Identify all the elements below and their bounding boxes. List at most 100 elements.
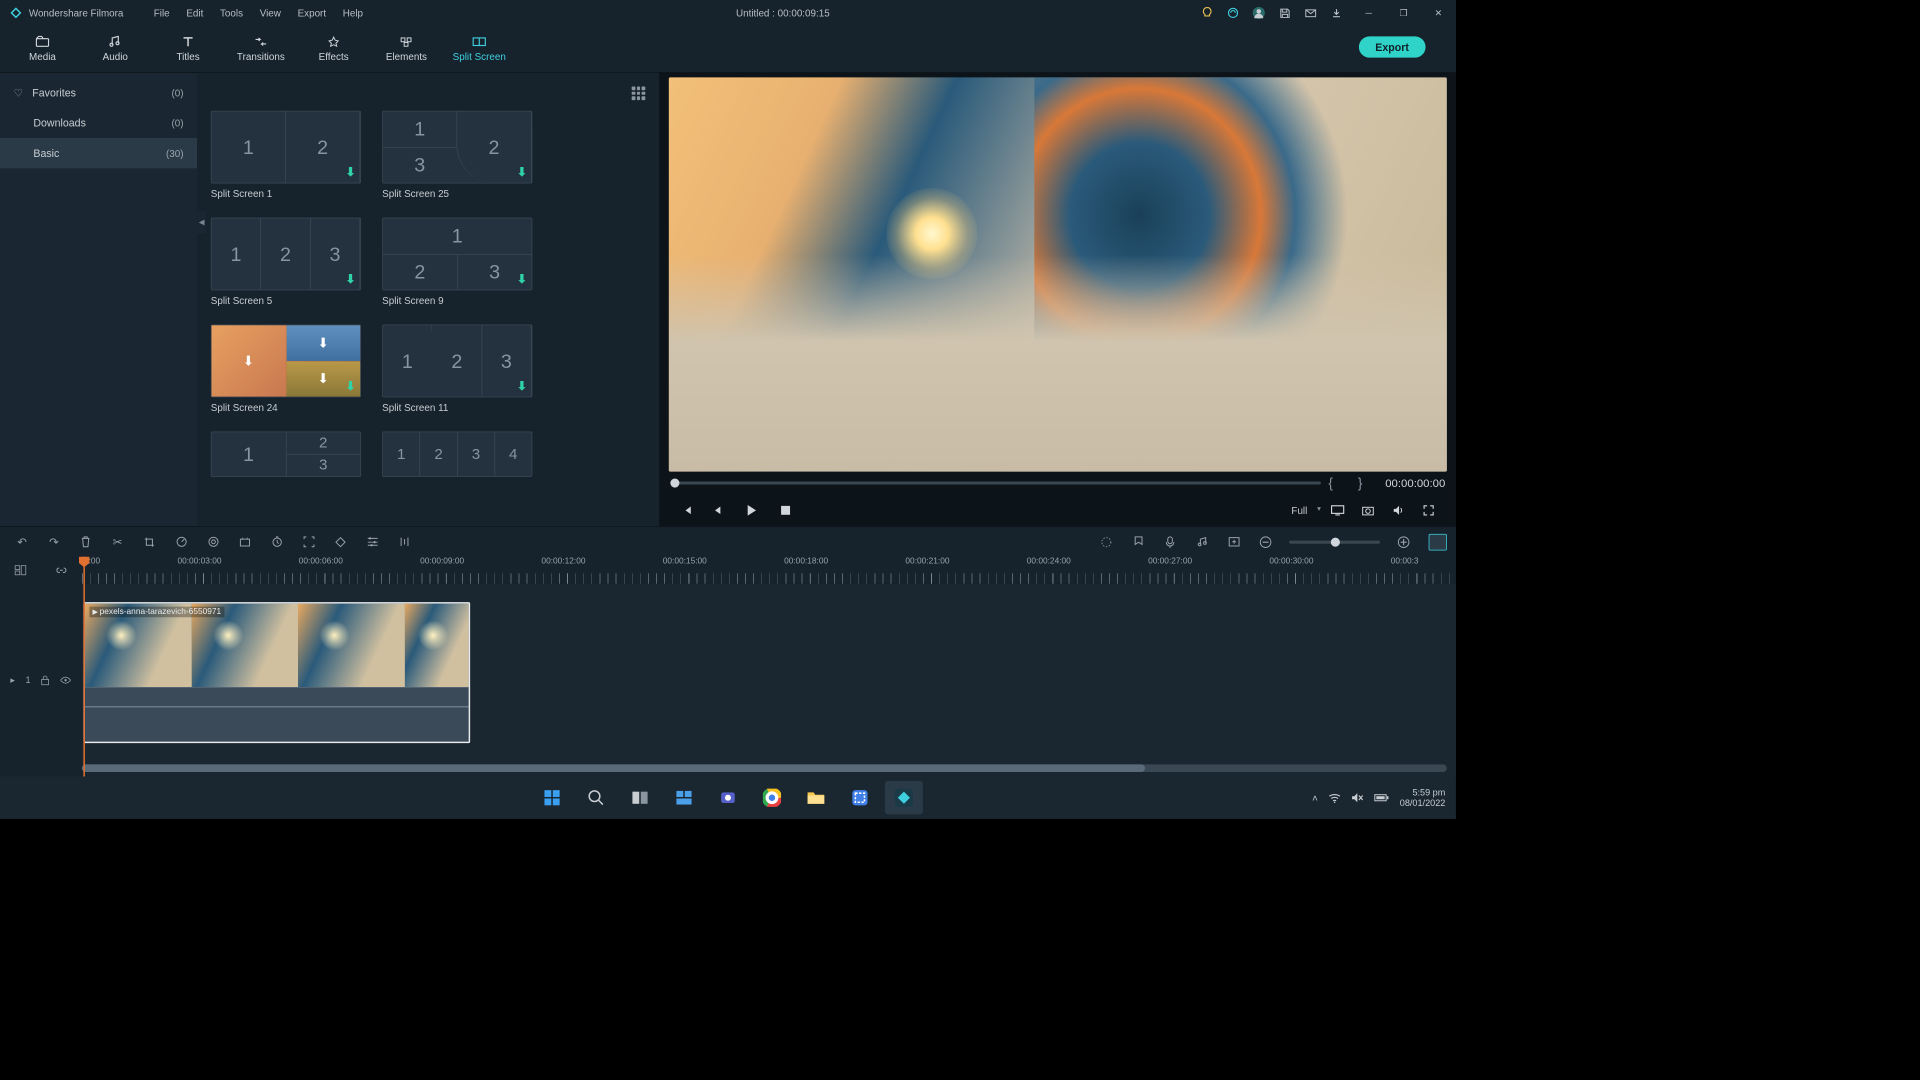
zoom-out-button[interactable] (1253, 530, 1279, 553)
play-button[interactable] (733, 499, 771, 522)
detect-button[interactable] (296, 530, 322, 553)
message-icon[interactable] (1298, 2, 1322, 23)
tab-split-screen[interactable]: Split Screen (443, 27, 516, 71)
wifi-icon[interactable] (1328, 793, 1340, 803)
search-button[interactable] (577, 781, 615, 814)
speed-button[interactable] (168, 530, 194, 553)
snapshot-button[interactable] (1353, 499, 1383, 522)
duration-button[interactable] (264, 530, 290, 553)
color-button[interactable] (200, 530, 226, 553)
render-button[interactable] (1093, 530, 1119, 553)
download-icon[interactable]: ⬇ (517, 165, 527, 180)
video-clip[interactable]: pexels-anna-tarazevich-6550971 (83, 602, 470, 743)
display-button[interactable] (1322, 499, 1352, 522)
keyframe-button[interactable] (328, 530, 354, 553)
tab-effects[interactable]: Effects (297, 27, 370, 71)
add-track-button[interactable] (1221, 530, 1247, 553)
template-item[interactable]: 123⬇ Split Screen 5 (211, 218, 361, 307)
volume-tray-icon[interactable] (1351, 792, 1363, 803)
explorer-button[interactable] (797, 781, 835, 814)
template-item[interactable]: 1234 (382, 431, 532, 476)
record-button[interactable] (1157, 530, 1183, 553)
playhead[interactable] (83, 557, 85, 777)
tab-audio[interactable]: Audio (79, 27, 152, 71)
split-button[interactable]: ✂ (105, 530, 131, 553)
chrome-button[interactable] (753, 781, 791, 814)
zoom-slider[interactable] (1289, 540, 1380, 543)
tab-media[interactable]: Media (6, 27, 79, 71)
prev-frame-button[interactable] (672, 499, 702, 522)
green-screen-button[interactable] (232, 530, 258, 553)
menu-file[interactable]: File (146, 4, 177, 21)
grid-view-icon[interactable] (632, 86, 646, 100)
export-button[interactable]: Export (1359, 36, 1426, 57)
template-item[interactable]: 13 2 ⬇ Split Screen 25 (382, 111, 532, 200)
account-icon[interactable] (1247, 2, 1271, 23)
menu-export[interactable]: Export (290, 4, 334, 21)
tab-titles[interactable]: Titles (152, 27, 225, 71)
snip-button[interactable] (841, 781, 879, 814)
timeline-link-icon[interactable] (55, 565, 67, 576)
category-favorites[interactable]: ♡ Favorites (0) (0, 77, 197, 107)
project-title: Untitled : 00:00:09:15 (371, 7, 1195, 18)
fullscreen-button[interactable] (1413, 499, 1443, 522)
volume-button[interactable] (1383, 499, 1413, 522)
preview-quality-select[interactable]: Full (1284, 502, 1323, 519)
zoom-fit-button[interactable] (1429, 533, 1447, 550)
minimize-button[interactable]: ─ (1351, 0, 1386, 26)
menu-view[interactable]: View (252, 4, 288, 21)
menu-tools[interactable]: Tools (212, 4, 250, 21)
preview-scrubber[interactable] (670, 482, 1320, 485)
undo-button[interactable]: ↶ (9, 530, 35, 553)
download-icon[interactable]: ⬇ (345, 271, 355, 286)
redo-button[interactable]: ↷ (41, 530, 67, 553)
adjust-button[interactable] (359, 530, 385, 553)
template-item[interactable]: ⬇⬇⬇⬇ Split Screen 24 (211, 325, 361, 414)
start-button[interactable] (533, 781, 571, 814)
close-button[interactable]: ✕ (1421, 0, 1456, 26)
template-item[interactable]: 12⬇ Split Screen 1 (211, 111, 361, 200)
download-icon[interactable]: ⬇ (345, 378, 355, 393)
template-item[interactable]: 1 23 (211, 431, 361, 476)
track-header: ▸ 1 (0, 584, 82, 777)
lock-icon[interactable] (41, 675, 49, 685)
marker-button[interactable] (1125, 530, 1151, 553)
collapse-sidebar-button[interactable]: ◀ (197, 211, 206, 234)
template-item[interactable]: 1 23 ⬇ Split Screen 9 (382, 218, 532, 307)
taskbar-clock[interactable]: 5:59 pm 08/01/2022 (1400, 787, 1446, 808)
tab-elements[interactable]: Elements (370, 27, 443, 71)
crop-button[interactable] (136, 530, 162, 553)
download-icon[interactable]: ⬇ (345, 165, 355, 180)
timeline-ruler[interactable]: 00:00:00:0000:00:03:0000:00:06:0000:00:0… (82, 557, 1456, 584)
zoom-in-button[interactable] (1391, 530, 1417, 553)
stop-button[interactable] (770, 499, 800, 522)
widgets-button[interactable] (665, 781, 703, 814)
filmora-taskbar-button[interactable] (885, 781, 923, 814)
play-backward-button[interactable] (702, 499, 732, 522)
menu-help[interactable]: Help (335, 4, 370, 21)
timeline-manage-icon[interactable] (14, 565, 26, 576)
download-icon[interactable]: ⬇ (517, 378, 527, 393)
tray-expand-icon[interactable]: ˄ (1312, 792, 1318, 803)
category-basic[interactable]: Basic (30) (0, 138, 197, 168)
category-downloads[interactable]: Downloads (0) (0, 108, 197, 138)
download-icon[interactable] (1324, 2, 1348, 23)
audio-sync-button[interactable] (1189, 530, 1215, 553)
delete-button[interactable] (73, 530, 99, 553)
menu-edit[interactable]: Edit (179, 4, 211, 21)
tab-transitions[interactable]: Transitions (224, 27, 297, 71)
timeline-tracks[interactable]: pexels-anna-tarazevich-6550971 (82, 584, 1456, 777)
mark-in-out[interactable]: { } (1328, 475, 1373, 491)
teams-button[interactable] (709, 781, 747, 814)
task-view-button[interactable] (621, 781, 659, 814)
download-icon[interactable]: ⬇ (517, 271, 527, 286)
template-item[interactable]: 1 2 3 ⬇ Split Screen 11 (382, 325, 532, 414)
support-icon[interactable] (1221, 2, 1245, 23)
save-icon[interactable] (1272, 2, 1296, 23)
battery-icon[interactable] (1374, 793, 1389, 802)
tips-icon[interactable] (1195, 2, 1219, 23)
visibility-icon[interactable] (60, 676, 71, 684)
clip-label: pexels-anna-tarazevich-6550971 (89, 607, 224, 618)
audio-mixer-button[interactable] (391, 530, 417, 553)
maximize-button[interactable]: ❐ (1386, 0, 1421, 26)
